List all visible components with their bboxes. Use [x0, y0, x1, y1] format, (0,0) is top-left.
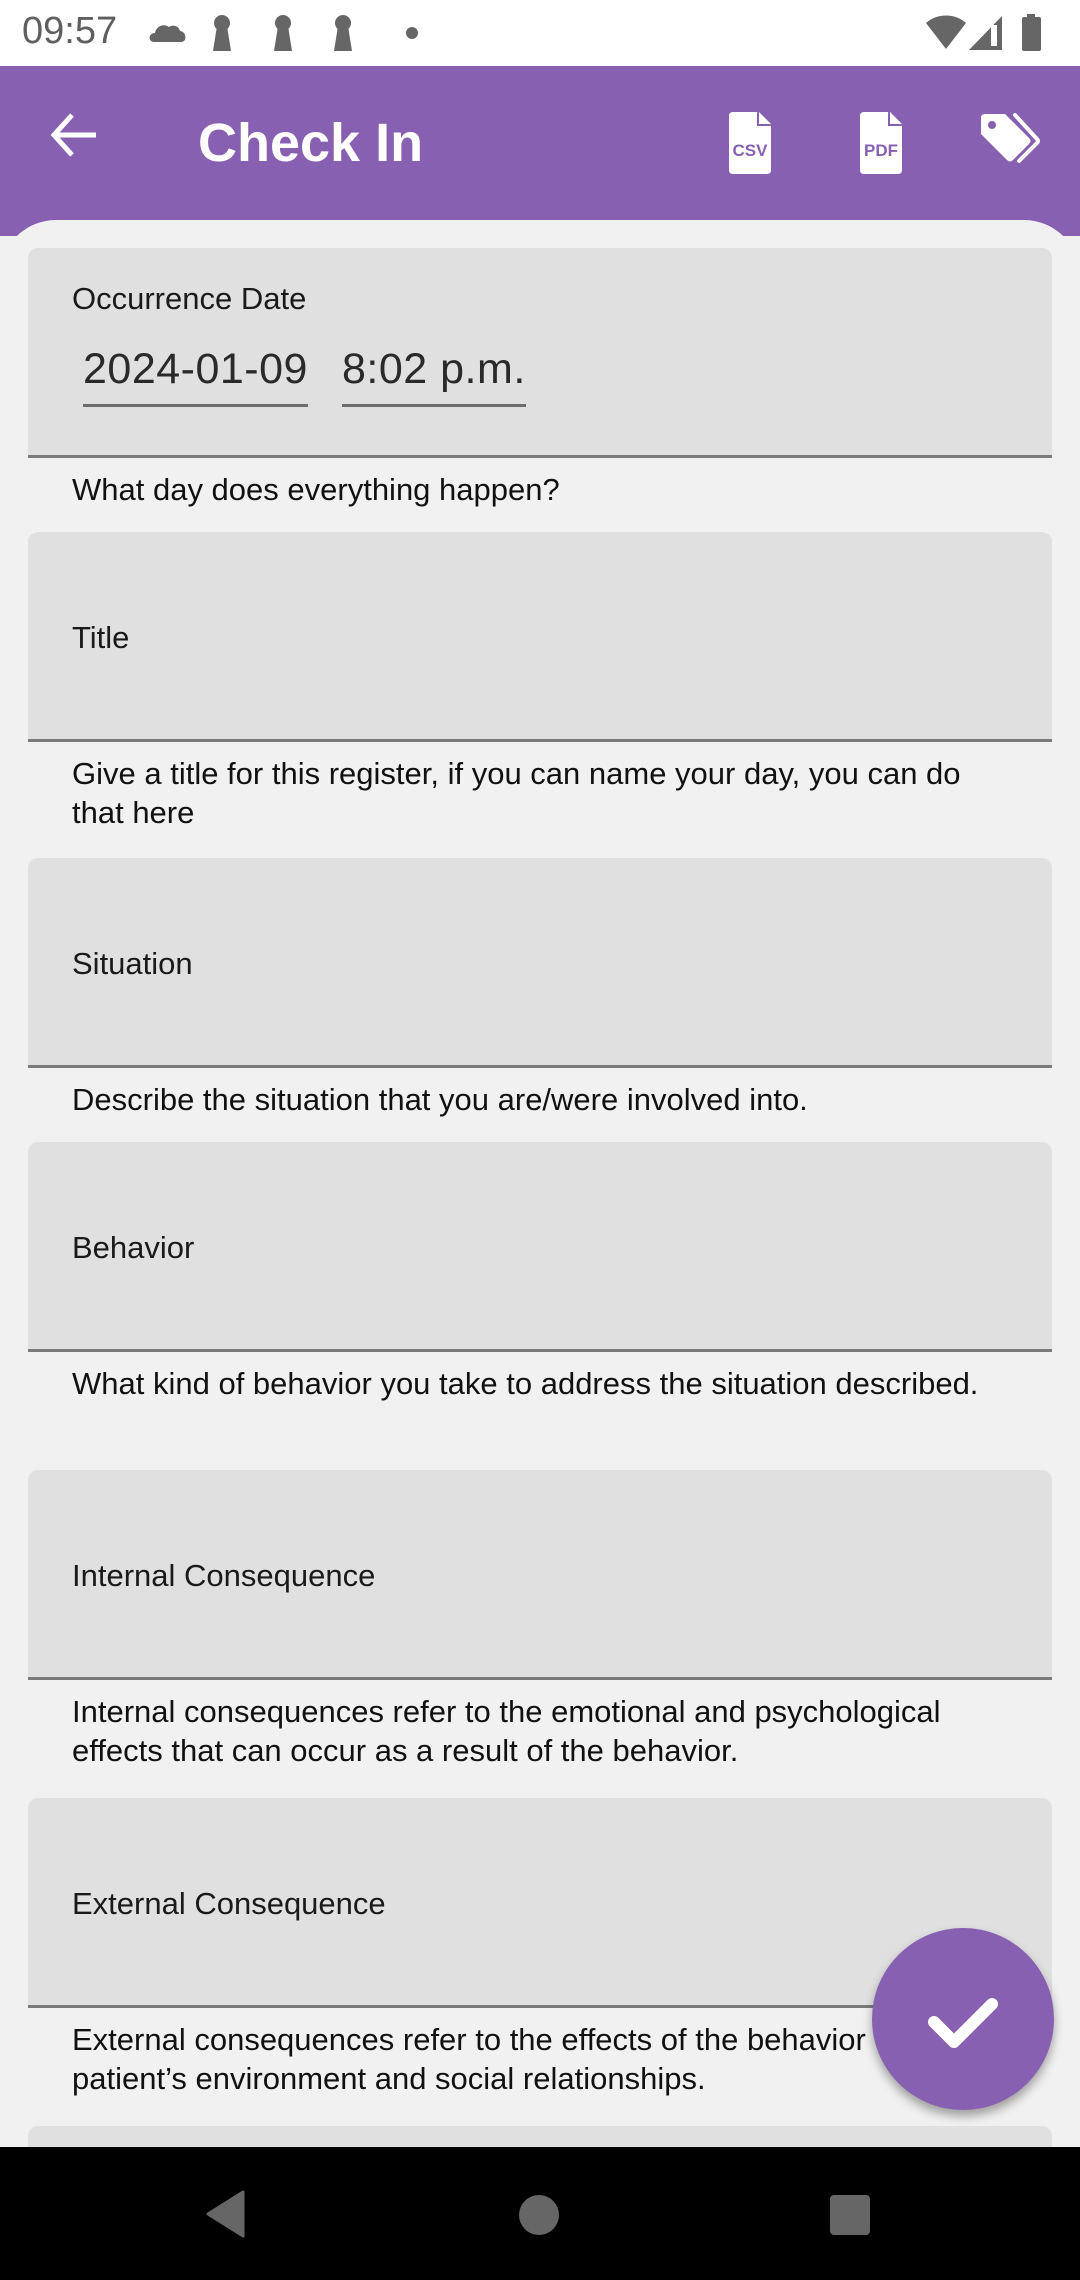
external-consequence-helper: External consequences refer to the effec… [72, 2022, 961, 2096]
save-fab-button[interactable] [872, 1928, 1054, 2110]
home-circle-icon[interactable] [517, 2193, 561, 2237]
svg-text:CSV: CSV [733, 141, 769, 160]
keyhole-icon [334, 15, 352, 51]
pdf-file-icon: PDF [860, 112, 902, 174]
situation-label: Situation [72, 946, 193, 981]
status-time: 09:57 [22, 10, 118, 52]
dot-icon [406, 27, 418, 39]
back-button[interactable] [40, 100, 110, 170]
export-pdf-button[interactable]: PDF [846, 108, 916, 178]
svg-text:PDF: PDF [864, 141, 898, 160]
export-csv-button[interactable]: CSV [715, 108, 785, 178]
status-bar: 09:57 [0, 0, 1080, 66]
form-container: Occurrence Date 2024-01-09 8:02 p.m. Wha… [0, 220, 1080, 2147]
behavior-helper: What kind of behavior you take to addres… [72, 1366, 979, 1401]
next-field-partial[interactable] [28, 2126, 1052, 2147]
tags-icon [981, 113, 1040, 163]
cloud-icon [149, 25, 186, 42]
back-triangle-icon[interactable] [205, 2190, 245, 2238]
internal-consequence-input[interactable]: Internal Consequence [28, 1470, 1052, 1680]
csv-file-icon: CSV [729, 112, 771, 174]
app-bar [0, 66, 1080, 236]
title-helper: Give a title for this register, if you c… [72, 756, 961, 830]
behavior-input[interactable]: Behavior [28, 1142, 1052, 1352]
title-input[interactable]: Title [28, 532, 1052, 742]
battery-icon [1022, 14, 1041, 51]
internal-consequence-label: Internal Consequence [72, 1558, 376, 1593]
tags-button[interactable] [975, 108, 1045, 178]
behavior-label: Behavior [72, 1230, 195, 1265]
internal-consequence-helper: Internal consequences refer to the emoti… [72, 1694, 941, 1768]
situation-input[interactable]: Situation [28, 858, 1052, 1068]
external-consequence-label: External Consequence [72, 1886, 386, 1921]
occurrence-date-label: Occurrence Date [72, 281, 307, 316]
recents-square-icon[interactable] [828, 2193, 872, 2237]
check-icon [928, 1998, 998, 2048]
wifi-icon [926, 15, 966, 49]
cellular-signal-icon [969, 16, 1002, 50]
page-title: Check In [198, 113, 424, 173]
keyhole-icon [274, 15, 292, 51]
time-picker[interactable]: 8:02 p.m. [342, 345, 526, 407]
keyhole-icon [213, 15, 231, 51]
situation-helper: Describe the situation that you are/were… [72, 1082, 808, 1117]
arrow-left-icon [50, 113, 96, 157]
occurrence-date-field: Occurrence Date 2024-01-09 8:02 p.m. [28, 248, 1052, 458]
title-label: Title [72, 620, 130, 655]
system-nav-bar [0, 2147, 1080, 2280]
date-picker[interactable]: 2024-01-09 [83, 345, 308, 407]
occurrence-date-helper: What day does everything happen? [72, 472, 560, 507]
